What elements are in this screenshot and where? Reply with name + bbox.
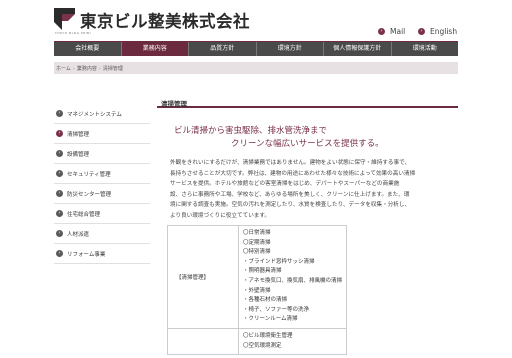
sidebar-item-reform[interactable]: › リフォーム事業 [54, 244, 150, 264]
sidebar-item-label: 防災センター管理 [67, 191, 112, 198]
list-item: ・椅子、ソファー等の洗浄 [242, 306, 309, 313]
page-title: 清掃管理 [161, 100, 187, 108]
sidebar-item-label: リフォーム事業 [67, 251, 106, 258]
list-item: 〇ビル環境衛生管理 [242, 332, 293, 339]
list-item: ・ブラインド窓枠サッシ清掃 [242, 258, 315, 265]
sidebar-item-housing[interactable]: › 住宅総合管理 [54, 204, 150, 224]
breadcrumb: ホーム › 業務内容 › 清掃管理 [56, 66, 123, 72]
chevron-right-icon: › [378, 28, 385, 35]
table-value: 〇ビル環境衛生管理 〇空気環境測定 [237, 327, 348, 356]
company-sub: TOKYO BLDG SEIBI [55, 31, 91, 35]
table-row: 【清掃管理】 〇日常清掃 〇定期清掃 〇特別清掃 ・ブラインド窓枠サッシ清掃 ・… [167, 225, 348, 329]
nav-item-environment[interactable]: 環境方針 [256, 42, 324, 56]
chevron-right-icon: › [418, 28, 425, 35]
list-item: ・外壁清掃 [242, 287, 271, 294]
sidebar-item-facility[interactable]: › 設備管理 [54, 144, 150, 164]
breadcrumb-current: 清掃管理 [102, 66, 123, 72]
sidebar-item-security[interactable]: › セキュリティ管理 [54, 164, 150, 184]
description-line: 境に関する調査も実施。空気の汚れを測定したり、水質を検査したり、データを収集・分… [170, 202, 411, 208]
sidebar-item-disaster-center[interactable]: › 防災センター管理 [54, 184, 150, 204]
list-item: ・各種石材の清掃 [242, 297, 287, 304]
chevron-right-icon: › [56, 250, 63, 257]
breadcrumb-services[interactable]: 業務内容 [77, 66, 97, 72]
list-item: 〇定期清掃 [242, 239, 271, 246]
section-title-underline [157, 98, 458, 108]
chevron-right-icon: › [56, 190, 63, 197]
description-line: より良い環境づくりに役立てています。 [170, 212, 271, 219]
description-line: 長持ちさせることが大切です。弊社は、建物の用途にあわせた様々な技術によって効果の… [170, 170, 416, 177]
table-value: 〇日常清掃 〇定期清掃 〇特別清掃 ・ブラインド窓枠サッシ清掃 ・照明器具清掃 … [237, 225, 348, 329]
sidebar: › マネジメントシステム › 清掃管理 › 設備管理 › セキュリティ管理 › 防災センタ… [54, 104, 150, 264]
chevron-right-icon: › [56, 170, 63, 177]
list-item: ・アネモ換気口、換気扇、排風機の清掃 [242, 277, 342, 284]
nav-item-activities[interactable]: 環境活動 [391, 42, 458, 56]
sidebar-item-staffing[interactable]: › 人材派遣 [54, 224, 150, 244]
site-header: 東京ビル整美株式会社 TOKYO BLDG SEIBI › Mail › Eng… [0, 0, 512, 42]
nav-item-services[interactable]: 業務内容 [121, 42, 189, 56]
company-name[interactable]: 東京ビル整美株式会社 [80, 8, 250, 32]
sidebar-item-label: 人材派遣 [67, 231, 90, 238]
sidebar-item-label: 清掃管理 [67, 131, 90, 138]
global-nav: 会社概要 業務内容 品質方針 環境方針 個人情報保護方針 環境活動 [54, 42, 458, 56]
services-table: 【清掃管理】 〇日常清掃 〇定期清掃 〇特別清掃 ・ブラインド窓枠サッシ清掃 ・… [167, 225, 348, 356]
mail-label: Mail [390, 27, 406, 36]
description-line: 設、さらに事務所や工場、学校など、あらゆる場所を美しく、クリーンに仕上げます。ま… [170, 191, 410, 198]
nav-item-quality[interactable]: 品質方針 [189, 42, 257, 56]
list-item: ・照明器具清掃 [242, 268, 282, 275]
chevron-right-icon: › [56, 130, 63, 137]
company-logo-icon[interactable] [54, 8, 75, 30]
list-item: 〇空気環境測定 [242, 342, 282, 349]
chevron-right-icon: › [56, 210, 63, 217]
sidebar-item-label: マネジメントシステム [67, 111, 122, 118]
english-label: English [430, 27, 458, 36]
chevron-right-icon: › [56, 150, 63, 157]
table-label-empty [167, 327, 239, 356]
catchphrase-line-1: ビル清掃から害虫駆除、排水管洗浄まで [174, 126, 328, 136]
list-item: 〇日常清掃 [242, 230, 271, 236]
english-link[interactable]: › English [418, 27, 457, 36]
breadcrumb-home[interactable]: ホーム [56, 66, 71, 72]
sidebar-item-label: 住宅総合管理 [67, 211, 101, 218]
nav-item-privacy[interactable]: 個人情報保護方針 [324, 42, 392, 56]
sidebar-item-management[interactable]: › マネジメントシステム [54, 104, 150, 124]
description-line: 外観をきれいにするだけが、清掃業務ではありません。建物をよい状態に保守・維持する… [170, 160, 411, 166]
mail-link[interactable]: › Mail [378, 27, 405, 36]
description: 外観をきれいにするだけが、清掃業務ではありません。建物をよい状態に保守・維持する… [170, 158, 460, 221]
nav-item-company[interactable]: 会社概要 [54, 42, 122, 56]
chevron-right-icon: › [56, 110, 63, 117]
description-line: サービスを提供。ホテルや旅館などの客室清掃をはじめ、デパートやスーパーなどの商業… [170, 181, 400, 187]
list-item: 〇特別清掃 [242, 249, 271, 256]
table-row: 〇ビル環境衛生管理 〇空気環境測定 [167, 327, 348, 356]
catchphrase-line-2: クリーンな幅広いサービスを提供する。 [231, 139, 384, 149]
sidebar-item-label: 設備管理 [67, 151, 90, 158]
chevron-right-icon: › [56, 230, 63, 237]
list-item: ・クリーンルーム清掃 [242, 316, 298, 323]
sidebar-item-label: セキュリティ管理 [67, 171, 111, 178]
sidebar-item-cleaning[interactable]: › 清掃管理 [54, 124, 150, 144]
table-label: 【清掃管理】 [167, 225, 239, 329]
